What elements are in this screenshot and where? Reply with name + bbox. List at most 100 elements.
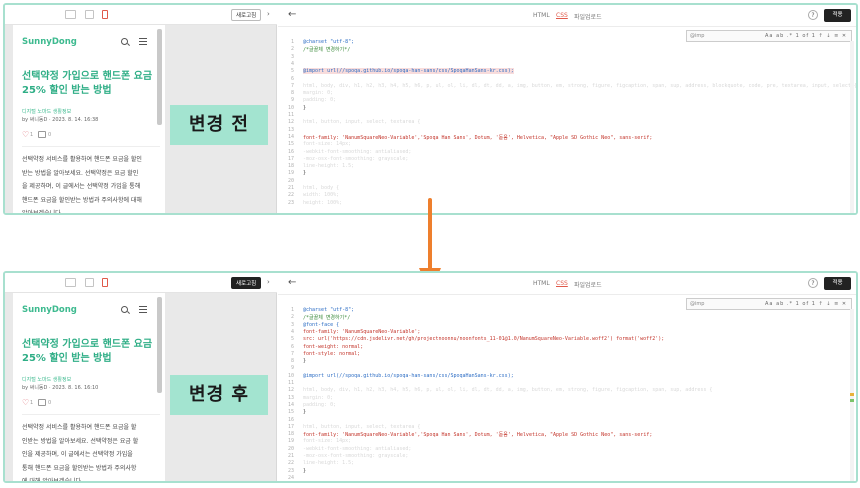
code-line[interactable]: font-family: 'NanumSquareNeo-Variable','… [303,134,652,141]
line-number: 18 [287,163,294,170]
code-line[interactable]: html, button, input, select, textarea { [303,424,420,430]
menu-icon[interactable] [139,38,147,45]
mobile-icon[interactable] [102,278,108,287]
blog-brand[interactable]: SunnyDong [22,305,77,315]
search-icon[interactable] [121,306,128,313]
apply-button[interactable]: 적용 [824,277,851,290]
code-line[interactable]: src: url('https://cdn.jsdelivr.net/gh/pr… [303,336,664,342]
code-area[interactable]: 1 @charset "utf-8"; 2 /*글꼴체 변경하기*/ 3 @font-fa… [278,307,856,481]
tab-html[interactable]: HTML [533,12,550,19]
post-meta: by 써니동D · 2023. 8. 16. 16:10 [22,385,99,391]
chevron-right-icon[interactable]: › [267,278,270,286]
code-line[interactable]: @charset "utf-8"; [303,39,354,45]
refresh-button[interactable]: 새로고침 [231,277,262,289]
post-body: 선택약정 서비스를 활용하여 핸드폰 요금을 할인 받는 방법을 알아보세요. … [22,153,162,213]
code-line[interactable]: html, body { [303,185,339,191]
chevron-right-icon[interactable]: › [267,10,270,18]
code-line[interactable]: font-style: normal; [303,351,360,357]
code-line[interactable]: margin: 0; [303,90,333,96]
code-line[interactable]: html, body { [303,482,339,483]
code-line[interactable]: @charset "utf-8"; [303,307,354,313]
preview-scrollbar[interactable] [157,297,162,393]
code-line[interactable]: line-height: 1.5; [303,163,354,169]
line-number: 23 [287,199,294,206]
tab-file-upload[interactable]: 파일업로드 [574,280,602,289]
code-line[interactable]: } [303,468,306,474]
comment-count: 0 [48,132,52,138]
search-icon[interactable] [121,38,128,45]
code-line[interactable]: height: 100%; [303,200,342,206]
body-line: 인받는 방법을 알아보세요. 선택약정은 요금 할 [22,437,139,445]
line-number: 19 [287,438,294,445]
code-line[interactable]: -moz-osx-font-smoothing: grayscale; [303,156,408,162]
code-line[interactable]: } [303,409,306,415]
mobile-icon[interactable] [102,10,108,19]
comment-icon[interactable] [38,131,46,138]
code-line[interactable]: } [303,105,306,111]
post-title[interactable]: 선택약정 가입으로 핸드폰 요금 25% 할인 받는 방법 [22,338,162,366]
code-line[interactable]: font-family: 'NanumSquareNeo-Variable'; [303,329,420,335]
body-line: 에 대해 알아보겠습니다. [22,478,83,483]
tab-css[interactable]: CSS [556,280,568,287]
line-number: 19 [287,170,294,177]
code-line[interactable]: @font-face { [303,322,339,328]
blog-brand[interactable]: SunnyDong [22,37,77,47]
code-line[interactable]: -moz-osx-font-smoothing: grayscale; [303,453,408,459]
heart-icon[interactable]: ♡ [22,131,29,139]
tablet-icon[interactable] [85,10,94,19]
comment-icon[interactable] [38,399,46,406]
line-number: 8 [290,358,294,365]
code-line[interactable]: html, body, div, h1, h2, h3, h4, h5, h6,… [303,387,712,393]
desktop-icon[interactable] [65,278,76,287]
line-number: 11 [287,380,294,386]
line-number: 7 [290,82,294,89]
apply-button[interactable]: 적용 [824,9,851,22]
back-arrow-icon[interactable]: ← [288,277,296,288]
code-line[interactable]: width: 100%; [303,192,339,198]
body-line: 받는 방법을 알아보세요. 선택약정은 요금 할인 [22,169,139,177]
post-category[interactable]: 디지털 노마드 생활정보 [22,376,71,383]
code-line[interactable]: -webkit-font-smoothing: antialiased; [303,446,411,452]
code-line[interactable]: @import url(//spoqa.github.io/spoqa-han-… [303,68,514,75]
preview-scrollbar[interactable] [157,29,162,125]
body-line: 선택약정 서비스를 활용하여 핸드폰 요금을 할인 [22,156,142,163]
post-title[interactable]: 선택약정 가입으로 핸드폰 요금 25% 할인 받는 방법 [22,70,162,98]
help-button[interactable]: ? [808,10,818,20]
code-line[interactable]: margin: 0; [303,395,333,401]
desktop-icon[interactable] [65,10,76,19]
code-line[interactable]: padding: 0; [303,97,336,103]
code-line[interactable]: font-size: 14px; [303,141,351,147]
tablet-icon[interactable] [85,278,94,287]
editor-scrollbar[interactable] [850,41,854,213]
code-line[interactable]: /*글꼴체 변경하기*/ [303,314,350,321]
code-line[interactable]: font-weight: normal; [303,344,363,350]
code-line[interactable]: line-height: 1.5; [303,460,354,466]
code-line[interactable]: font-size: 14px; [303,438,351,444]
post-category[interactable]: 디지털 노마드 생활정보 [22,108,71,115]
line-number: 9 [290,97,294,104]
menu-icon[interactable] [139,306,147,313]
code-line[interactable]: html, button, input, select, textarea { [303,119,420,125]
code-line[interactable]: } [303,358,306,364]
code-line[interactable]: } [303,170,306,176]
tab-html[interactable]: HTML [533,280,550,287]
code-line[interactable]: @import url(//spoqa.github.io/spoqa-han-… [303,373,514,379]
back-arrow-icon[interactable]: ← [288,9,296,20]
scroll-marker [850,399,854,402]
code-area[interactable]: 1 @charset "utf-8"; 2 /*글꼴체 변경하기*/ 3 4 5 @impor… [278,39,856,213]
code-line[interactable]: -webkit-font-smoothing: antialiased; [303,149,411,155]
heart-icon[interactable]: ♡ [22,399,29,407]
tab-file-upload[interactable]: 파일업로드 [574,12,602,21]
post-body: 선택약정 서비스를 활용하여 핸드폰 요금을 할 인받는 방법을 알아보세요. … [22,421,162,483]
code-line[interactable]: html, body, div, h1, h2, h3, h4, h5, h6,… [303,83,856,89]
code-line[interactable]: /*글꼴체 변경하기*/ [303,46,350,53]
code-line[interactable]: font-family: 'NanumSquareNeo-Variable','… [303,431,652,438]
help-button[interactable]: ? [808,278,818,288]
before-after-comparison: 새로고침 › SunnyDong 선택약정 가입으로 핸드폰 요금 25% 할인… [0,0,860,488]
scroll-marker [850,393,854,396]
refresh-button[interactable]: 새로고침 [231,9,262,21]
line-number: 16 [287,148,294,155]
code-line[interactable]: padding: 0; [303,402,336,408]
mobile-preview: SunnyDong 선택약정 가입으로 핸드폰 요금 25% 할인 받는 방법 … [13,25,165,213]
tab-css[interactable]: CSS [556,12,568,19]
